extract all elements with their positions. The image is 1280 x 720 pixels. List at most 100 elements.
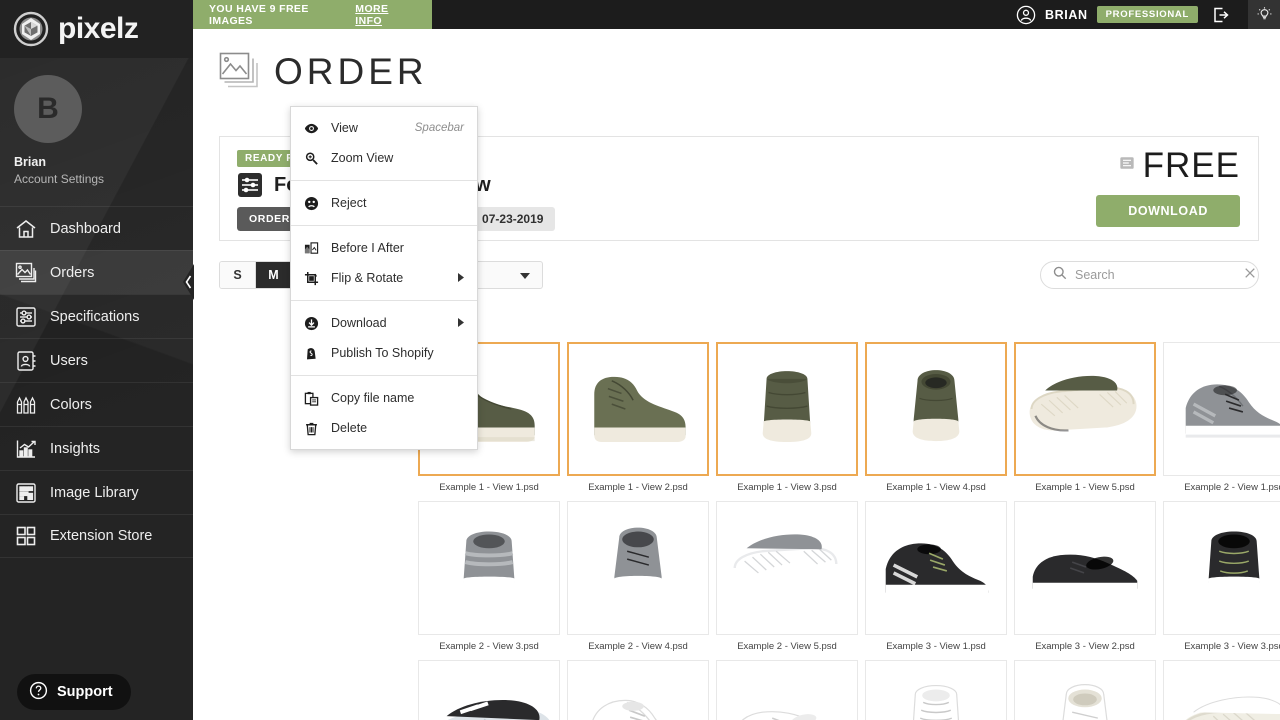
thumbnail-image[interactable]: [567, 342, 709, 476]
thumbnail-label: Example 1 - View 2.psd: [567, 482, 709, 493]
menu-item-label: Delete: [331, 421, 464, 435]
thumbnail-label: Example 2 - View 5.psd: [716, 641, 858, 652]
menu-item-label: Before I After: [331, 241, 464, 255]
thumbnail-image[interactable]: [1014, 501, 1156, 635]
thumbnail-image[interactable]: [1163, 660, 1280, 720]
search-input[interactable]: [1075, 268, 1236, 282]
sidebar-item-dashboard[interactable]: Dashboard: [0, 206, 193, 250]
menu-item-delete[interactable]: Delete: [291, 413, 477, 443]
thumbnail-cell: [1014, 660, 1156, 720]
image-context-menu: View Spacebar Zoom View Reject Before I Afte…: [290, 106, 478, 450]
four-squares-icon: [15, 525, 37, 547]
menu-separator: [291, 375, 477, 376]
thumbnail-cell: [865, 660, 1007, 720]
close-icon[interactable]: [1244, 266, 1256, 284]
search-box[interactable]: [1040, 261, 1259, 289]
avatar: B: [14, 75, 82, 143]
sidebar-item-users[interactable]: Users: [0, 338, 193, 382]
menu-item-copy-file-name[interactable]: Copy file name: [291, 383, 477, 413]
sliders-icon[interactable]: [237, 172, 263, 198]
thumbnail-cell: Example 1 - View 5.psd: [1014, 342, 1156, 493]
bar-chart-icon: [15, 438, 37, 460]
sidebar-item-colors[interactable]: Colors: [0, 382, 193, 426]
menu-item-download[interactable]: Download: [291, 308, 477, 338]
sidebar-item-label: Users: [50, 353, 88, 369]
sidebar-item-insights[interactable]: Insights: [0, 426, 193, 470]
thumbnail-image[interactable]: [716, 501, 858, 635]
crop-rotate-icon: [304, 271, 319, 286]
question-circle-icon: [29, 681, 48, 704]
image-grid: Example 1 - View 1.psd Example 1 - View …: [418, 342, 1259, 720]
thumbnail-label: Example 2 - View 1.psd: [1163, 482, 1280, 493]
thumbnail-label: Example 2 - View 3.psd: [418, 641, 560, 652]
order-date-text: 07-23-2019: [482, 212, 543, 226]
lightbulb-icon[interactable]: [1248, 0, 1280, 29]
free-images-banner: YOU HAVE 9 FREE IMAGES MORE INFO: [193, 0, 432, 29]
free-images-text: YOU HAVE 9 FREE IMAGES: [209, 3, 350, 27]
thumbnail-image[interactable]: [418, 501, 560, 635]
brand-logo[interactable]: pixelz: [0, 0, 193, 58]
thumbnail-cell: Example 1 - View 2.psd: [567, 342, 709, 493]
menu-item-view[interactable]: View Spacebar: [291, 113, 477, 143]
thumbnail-cell: Example 1 - View 3.psd: [716, 342, 858, 493]
thumbnail-label: Example 1 - View 5.psd: [1014, 482, 1156, 493]
thumbnail-image[interactable]: [865, 501, 1007, 635]
page-title: ORDER: [274, 51, 428, 93]
caret-down-icon: [520, 268, 530, 282]
download-button[interactable]: DOWNLOAD: [1096, 195, 1240, 227]
sidebar-item-image-library[interactable]: Image Library: [0, 470, 193, 514]
menu-item-publish-to-shopify[interactable]: Publish To Shopify: [291, 338, 477, 368]
size-option-m[interactable]: M: [256, 262, 292, 288]
sidebar-item-label: Image Library: [50, 485, 139, 501]
invoice-icon[interactable]: [1119, 155, 1135, 176]
thumbnail-cell: Example 2 - View 4.psd: [567, 501, 709, 652]
topbar-spacer: [432, 0, 1016, 29]
sidebar-collapse-handle[interactable]: [181, 264, 194, 300]
chevron-right-icon: [458, 273, 464, 284]
menu-item-zoom-view[interactable]: Zoom View: [291, 143, 477, 173]
images-stack-icon: [219, 52, 261, 92]
sidebar-item-specifications[interactable]: Specifications: [0, 294, 193, 338]
thumbnail-image[interactable]: [418, 660, 560, 720]
profile-block[interactable]: B Brian Account Settings: [0, 58, 193, 186]
sidebar-item-label: Specifications: [50, 309, 139, 325]
menu-item-label: Flip & Rotate: [331, 271, 446, 285]
more-info-link[interactable]: MORE INFO: [355, 3, 416, 27]
menu-item-shortcut: Spacebar: [415, 122, 464, 134]
size-option-s[interactable]: S: [220, 262, 256, 288]
thumbnail-cell: Example 2 - View 5.psd: [716, 501, 858, 652]
thumbnail-image[interactable]: [865, 660, 1007, 720]
account-name[interactable]: BRIAN: [1045, 8, 1088, 22]
menu-item-label: Download: [331, 316, 446, 330]
menu-item-label: View: [331, 121, 403, 135]
thumbnail-image[interactable]: [567, 660, 709, 720]
thumbnail-image[interactable]: [716, 660, 858, 720]
menu-item-before-i-after[interactable]: Before I After: [291, 233, 477, 263]
user-circle-icon[interactable]: [1016, 5, 1036, 25]
eye-icon: [304, 121, 319, 136]
thumbnail-image[interactable]: [567, 501, 709, 635]
menu-separator: [291, 300, 477, 301]
thumbnail-image[interactable]: [1163, 342, 1280, 476]
thumbnail-image[interactable]: [716, 342, 858, 476]
sad-face-icon: [304, 196, 319, 211]
sidebar-item-orders[interactable]: Orders: [0, 250, 193, 294]
thumbnail-cell: [418, 660, 560, 720]
sidebar-item-extension-store[interactable]: Extension Store: [0, 514, 193, 558]
menu-item-reject[interactable]: Reject: [291, 188, 477, 218]
thumbnail-label: Example 3 - View 1.psd: [865, 641, 1007, 652]
support-button[interactable]: Support: [17, 674, 131, 710]
topbar-account-area: BRIAN PROFESSIONAL: [1016, 0, 1280, 29]
contact-card-icon: [15, 350, 37, 372]
thumbnail-image[interactable]: [865, 342, 1007, 476]
thumbnail-image[interactable]: [1014, 660, 1156, 720]
menu-item-flip-rotate[interactable]: Flip & Rotate: [291, 263, 477, 293]
topbar: YOU HAVE 9 FREE IMAGES MORE INFO BRIAN P…: [193, 0, 1280, 29]
account-settings-link[interactable]: Account Settings: [14, 172, 193, 186]
trash-icon: [304, 421, 319, 436]
thumbnail-image[interactable]: [1163, 501, 1280, 635]
logout-icon[interactable]: [1211, 5, 1231, 25]
profile-name: Brian: [14, 155, 193, 169]
thumbnail-label: Example 3 - View 3.psd: [1163, 641, 1280, 652]
thumbnail-image[interactable]: [1014, 342, 1156, 476]
